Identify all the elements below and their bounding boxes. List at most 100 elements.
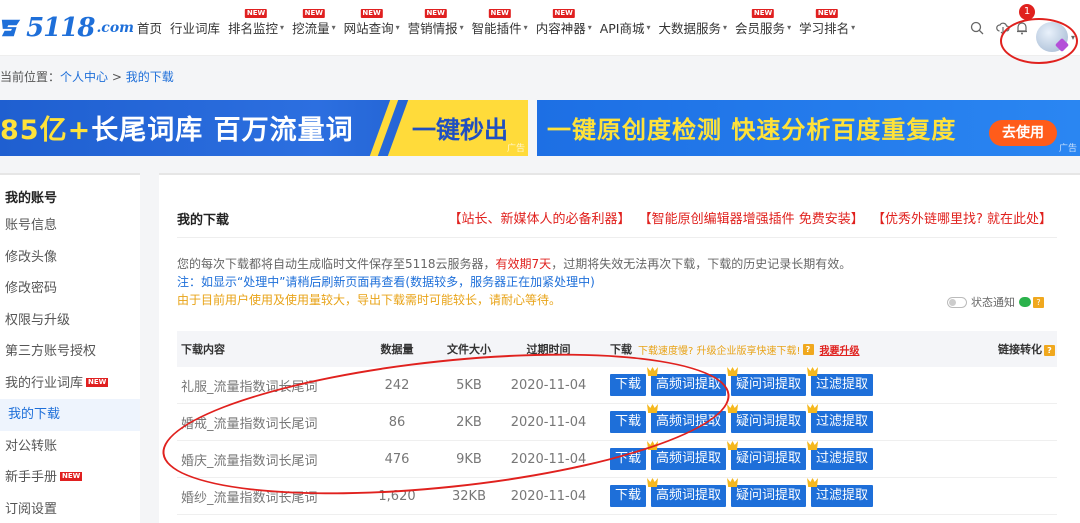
col-header-download-label: 下载 [610,343,632,356]
button-label: 疑问词提取 [736,488,802,503]
cell-size: 2KB [456,414,482,430]
sidebar-item[interactable]: 订阅设置 [0,494,140,523]
nav-item[interactable]: 内容神器 ▾ NEW [533,0,595,56]
question-extract-button[interactable]: 疑问词提取 [727,478,807,507]
promo-link-plugin[interactable]: 【智能原创编辑器增强插件 免费安装】 [639,212,864,227]
col-header-download: 下载 下载速度慢? 升级企业版享快速下载! ? 我要升级 [596,341,957,357]
download-button[interactable]: 下载 [610,485,647,507]
cell-size: 5KB [456,377,482,393]
vip-crown-icon [727,441,739,450]
nav-item[interactable]: 智能插件 ▾ NEW [469,0,531,56]
banner-headline: 85亿+长尾词库 百万流量词 [0,108,354,147]
banner-headline-text: 长尾词库 百万流量词 [91,115,354,146]
filter-extract-button[interactable]: 过滤提取 [807,367,874,396]
high-freq-extract-button[interactable]: 高频词提取 [647,441,727,470]
nav-item[interactable]: API商城 ▾ [597,0,654,56]
panel-title: 我的下载 [177,213,230,228]
promo-link-backlinks[interactable]: 【优秀外链哪里找? 就在此处】 [872,212,1052,227]
chevron-down-icon: ▾ [523,23,528,32]
banner2-go-button[interactable]: 去使用 [989,120,1057,146]
col-header-size: 文件大小 [447,343,491,356]
sidebar-item[interactable]: 修改头像 [0,242,140,274]
cell-actions: 下载 高频词提取 疑问词提取 过滤提取 [596,478,957,507]
sidebar-item[interactable]: 第三方账号授权 [0,336,140,368]
help-icon[interactable]: ? [1033,296,1044,308]
main-nav: 首页 行业词库 排名监控 ▾ NEW 挖流量 ▾ NEW 网站查询 ▾ NEW 营销情报 ▾ NEW 智能插… [134,0,860,56]
nav-item[interactable]: 网站查询 ▾ NEW [341,0,403,56]
nav-item-label: 网站查询 [343,21,394,36]
download-button[interactable]: 下载 [610,411,647,433]
filter-extract-button[interactable]: 过滤提取 [807,478,874,507]
vip-crown-icon [727,478,739,487]
sidebar-item-label: 我的下载 [8,407,61,422]
button-label: 疑问词提取 [736,451,802,466]
high-freq-extract-button[interactable]: 高频词提取 [647,367,727,396]
cell-count: 1,620 [378,488,416,504]
col-header-convert: 链接转化? [957,341,1057,357]
new-badge: NEW [244,8,268,18]
site-logo[interactable]: 5118 .com [0,13,134,43]
high-freq-extract-button[interactable]: 高频词提取 [647,404,727,433]
download-button[interactable]: 下载 [610,374,647,396]
nav-item-label: 行业词库 [170,21,221,36]
sidebar-item-label: 对公转账 [5,438,58,454]
downloads-panel: 我的下载 【站长、新媒体人的必备利器】 【智能原创编辑器增强插件 免费安装】 【… [159,173,1080,523]
promo-link-tools[interactable]: 【站长、新媒体人的必备利器】 [449,212,631,227]
breadcrumb-current[interactable]: 我的下载 [126,70,174,84]
table-header: 下载内容 数据量 文件大小 过期时间 下载 下载速度慢? 升级企业版享快速下载!… [177,331,1057,367]
vip-crown-icon [807,367,819,376]
help-icon[interactable]: ? [802,343,814,355]
question-extract-button[interactable]: 疑问词提取 [727,441,807,470]
nav-item[interactable]: 营销情报 ▾ NEW [405,0,467,56]
nav-item[interactable]: 行业词库 [167,0,223,56]
nav-item-label: API商城 [599,21,645,36]
filter-extract-button[interactable]: 过滤提取 [807,441,874,470]
question-extract-button[interactable]: 疑问词提取 [727,404,807,433]
help-icon[interactable]: ? [1044,345,1055,356]
upgrade-link[interactable]: 我要升级 [820,342,860,357]
logo-icon [1,19,21,36]
nav-item[interactable]: 挖流量 ▾ NEW [289,0,339,56]
nav-item-label: 内容神器 [535,21,586,36]
nav-item[interactable]: 排名监控 ▾ NEW [225,0,287,56]
button-label: 过滤提取 [816,414,869,429]
breadcrumb: 当前位置：个人中心 > 我的下载 [0,68,174,85]
nav-item[interactable]: 学习排名 ▾ NEW [796,0,858,56]
sidebar-heading: 我的账号 [5,191,58,206]
vip-crown-icon [727,367,739,376]
nav-item[interactable]: 首页 [134,0,165,56]
breadcrumb-parent-link[interactable]: 个人中心 [60,70,108,84]
nav-item-label: 营销情报 [407,21,458,36]
sidebar-item-label: 修改密码 [5,281,58,296]
col-header-convert-label: 链接转化 [998,343,1042,356]
banner-cta-text: 一键秒出 [412,116,508,144]
downloads-table: 下载内容 数据量 文件大小 过期时间 下载 下载速度慢? 升级企业版享快速下载!… [177,331,1057,515]
sidebar-item[interactable]: 对公转账 [0,431,140,463]
filter-extract-button[interactable]: 过滤提取 [807,404,874,433]
cell-expires: 2020-11-04 [510,414,587,430]
nav-item[interactable]: 会员服务 ▾ NEW [732,0,794,56]
ad-banner-longtail[interactable]: 85亿+长尾词库 百万流量词 一键秒出 广告 [0,100,528,156]
nav-item[interactable]: 大数据服务 ▾ [656,0,731,56]
chevron-down-icon: ▾ [646,23,651,32]
download-button[interactable]: 下载 [610,448,647,470]
status-notify-toggle[interactable] [947,296,967,308]
nav-item-label: 首页 [137,21,163,36]
divider [177,237,1057,238]
new-badge: NEW [60,472,83,481]
col-header-name: 下载内容 [181,343,225,356]
sidebar-item[interactable]: 我的行业词库 NEW [0,368,140,400]
question-extract-button[interactable]: 疑问词提取 [727,367,807,396]
search-icon[interactable] [970,21,984,35]
sidebar-item[interactable]: 权限与升级 [0,305,140,337]
cell-count: 476 [384,451,410,467]
col-header-count: 数据量 [380,343,414,356]
cell-expires: 2020-11-04 [510,377,587,393]
high-freq-extract-button[interactable]: 高频词提取 [647,478,727,507]
sidebar-item[interactable]: 我的下载 [0,399,140,431]
sidebar-item[interactable]: 新手手册 NEW [0,462,140,494]
ad-banner-originality[interactable]: 一键原创度检测 快速分析百度重复度 去使用 广告 [537,100,1080,156]
sidebar-item[interactable]: 修改密码 [0,273,140,305]
chevron-down-icon: ▾ [587,23,592,32]
sidebar-item[interactable]: 账号信息 [0,210,140,242]
